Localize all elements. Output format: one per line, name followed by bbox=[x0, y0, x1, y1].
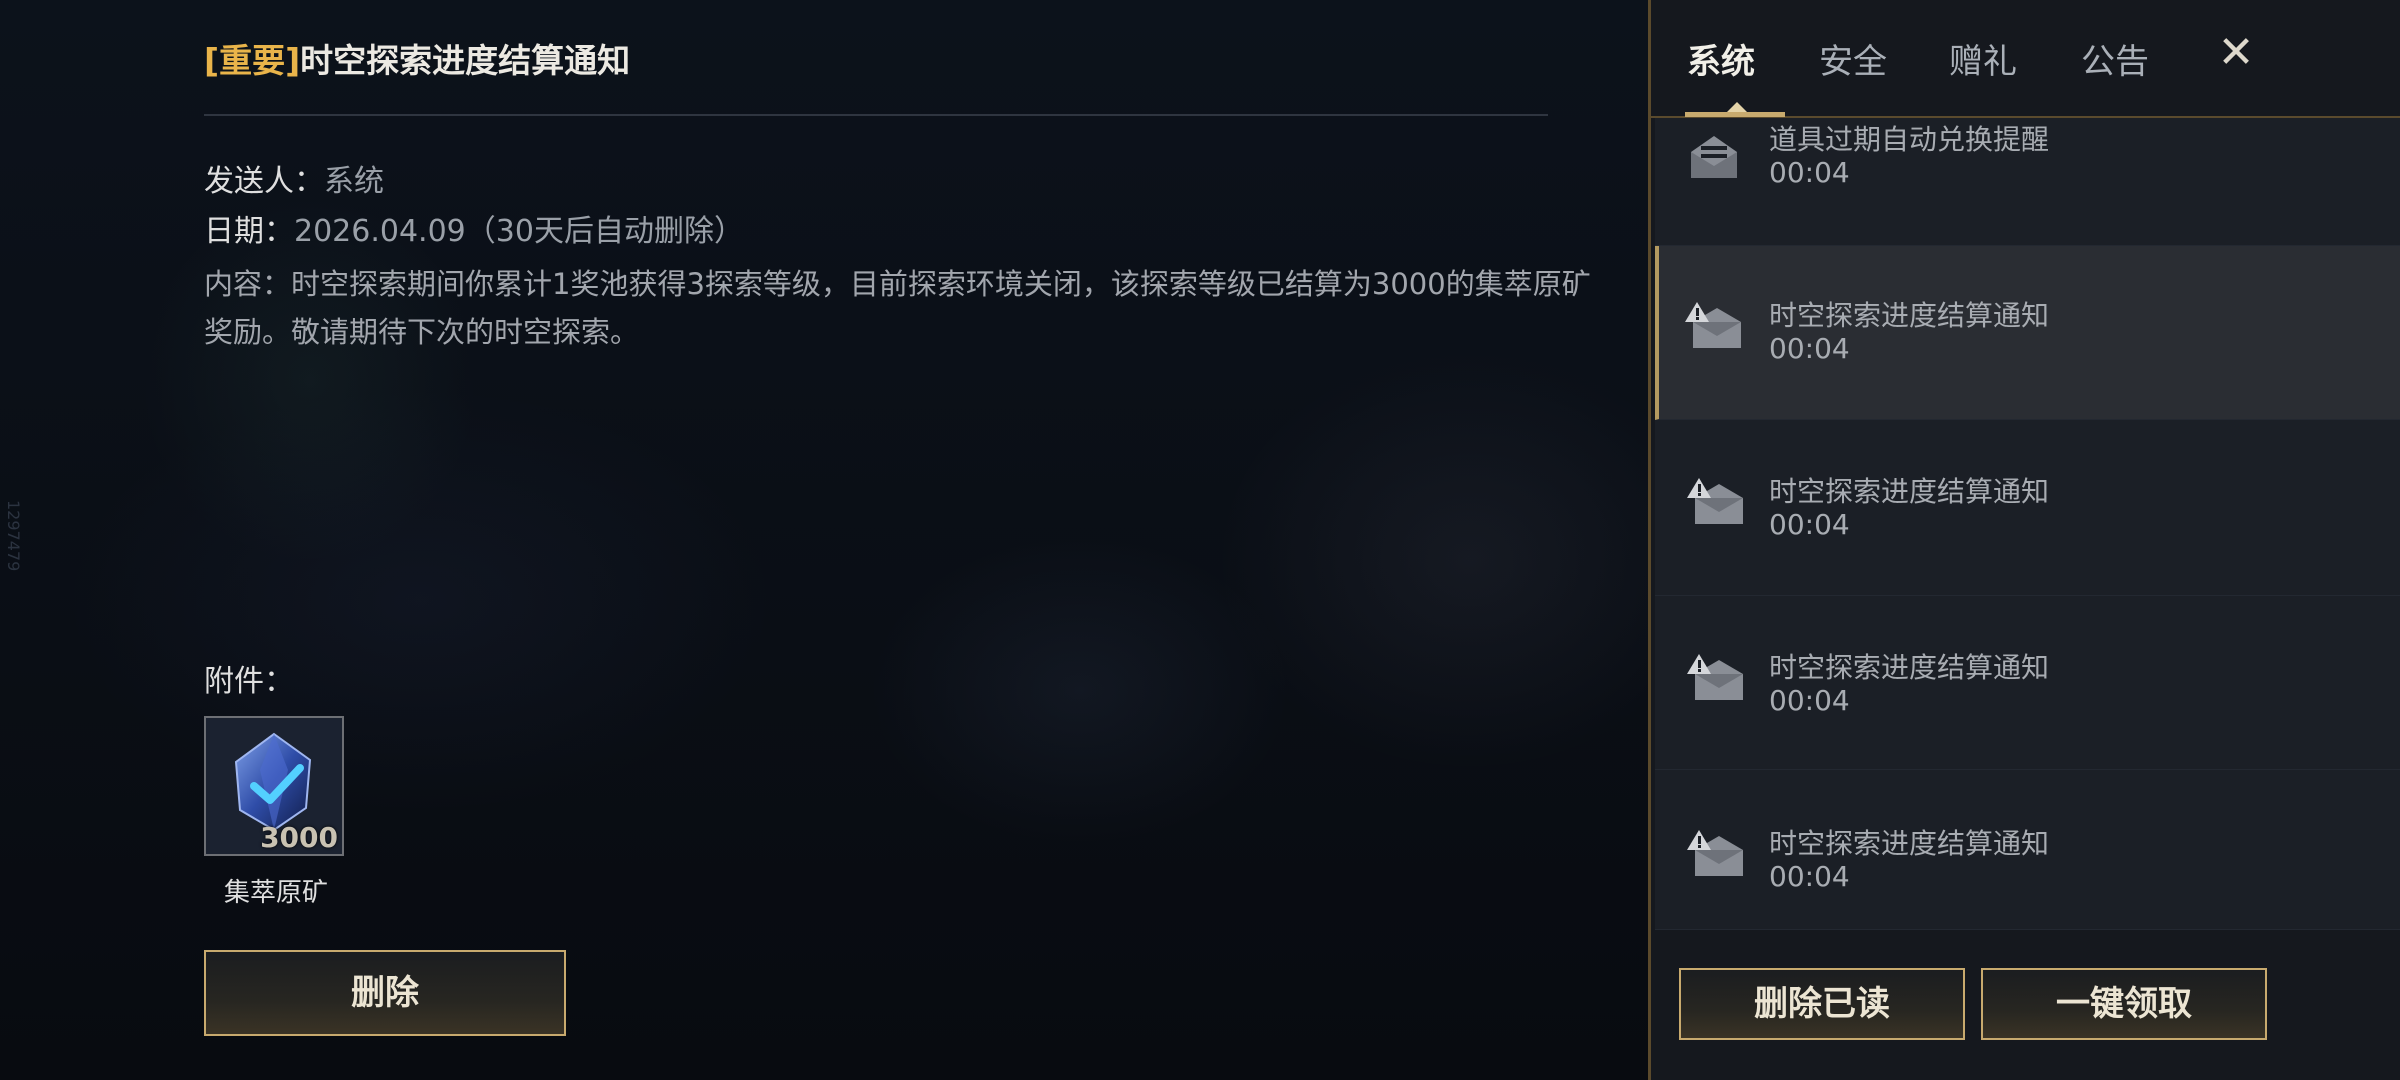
tab-gift[interactable]: 赠礼 bbox=[1949, 34, 2017, 83]
mail-item-time: 00:04 bbox=[1769, 684, 1850, 717]
title-divider bbox=[204, 114, 1548, 116]
player-id: 1297479 bbox=[4, 500, 23, 572]
mail-list-item[interactable]: 时空探索进度结算通知 00:04 bbox=[1655, 246, 2400, 420]
attachment-name: 集萃原矿 bbox=[223, 878, 328, 908]
mail-title: [重要]时空探索进度结算通知 bbox=[204, 34, 630, 82]
date-label: 日期： bbox=[204, 214, 294, 249]
mail-read-icon bbox=[1691, 136, 1737, 178]
sender-line: 发送人：系统 bbox=[204, 156, 384, 200]
mail-content: 内容：时空探索期间你累计1奖池获得3探索等级，目前探索环境关闭，该探索等级已结算… bbox=[204, 267, 1591, 349]
claim-all-button[interactable]: 一键领取 bbox=[1981, 968, 2267, 1040]
active-tab-caret bbox=[1727, 102, 1747, 112]
mail-item-title: 时空探索进度结算通知 bbox=[1769, 475, 2050, 508]
active-tab-indicator bbox=[1685, 112, 1785, 117]
close-icon[interactable]: ✕ bbox=[2211, 28, 2261, 78]
important-mail-icon bbox=[1687, 830, 1743, 876]
delete-read-button[interactable]: 删除已读 bbox=[1679, 968, 1965, 1040]
attachment-count: 3000 bbox=[260, 821, 338, 854]
mail-list-panel: 系统 安全 赠礼 公告 ✕ 道具过期自动兑换提醒 00:04 时空探索进度结算通… bbox=[1648, 0, 2400, 1080]
mail-item-title: 道具过期自动兑换提醒 bbox=[1769, 123, 2050, 156]
mail-item-title: 时空探索进度结算通知 bbox=[1769, 299, 2050, 332]
date-value: 2026.04.09（30天后自动删除） bbox=[294, 214, 744, 249]
tab-security[interactable]: 安全 bbox=[1819, 34, 1887, 83]
tab-announcement[interactable]: 公告 bbox=[2081, 34, 2149, 83]
mail-list-item[interactable]: 时空探索进度结算通知 00:04 bbox=[1655, 596, 2400, 770]
sender-value: 系统 bbox=[324, 164, 384, 199]
mail-list-item[interactable]: 道具过期自动兑换提醒 00:04 bbox=[1655, 118, 2400, 246]
attachment-item[interactable]: 3000 bbox=[204, 716, 344, 856]
mail-item-title: 时空探索进度结算通知 bbox=[1769, 827, 2050, 860]
important-mail-icon bbox=[1685, 302, 1741, 348]
important-mail-icon bbox=[1687, 478, 1743, 524]
sender-label: 发送人： bbox=[204, 164, 324, 199]
important-mail-icon bbox=[1687, 654, 1743, 700]
mail-item-title: 时空探索进度结算通知 bbox=[1769, 651, 2050, 684]
important-tag: [重要] bbox=[204, 41, 301, 80]
mail-title-text: 时空探索进度结算通知 bbox=[300, 41, 631, 80]
mail-list-item[interactable]: 时空探索进度结算通知 00:04 bbox=[1655, 420, 2400, 596]
mail-item-time: 00:04 bbox=[1769, 860, 1850, 893]
tab-system[interactable]: 系统 bbox=[1687, 34, 1755, 83]
mail-list-item[interactable]: 时空探索进度结算通知 00:04 bbox=[1655, 770, 2400, 930]
mail-item-time: 00:04 bbox=[1769, 332, 1850, 365]
attachment-label: 附件： bbox=[204, 664, 294, 699]
mail-item-time: 00:04 bbox=[1769, 508, 1850, 541]
delete-button[interactable]: 删除 bbox=[204, 950, 566, 1036]
mail-item-time: 00:04 bbox=[1769, 156, 1850, 189]
date-line: 日期：2026.04.09（30天后自动删除） bbox=[204, 206, 744, 250]
